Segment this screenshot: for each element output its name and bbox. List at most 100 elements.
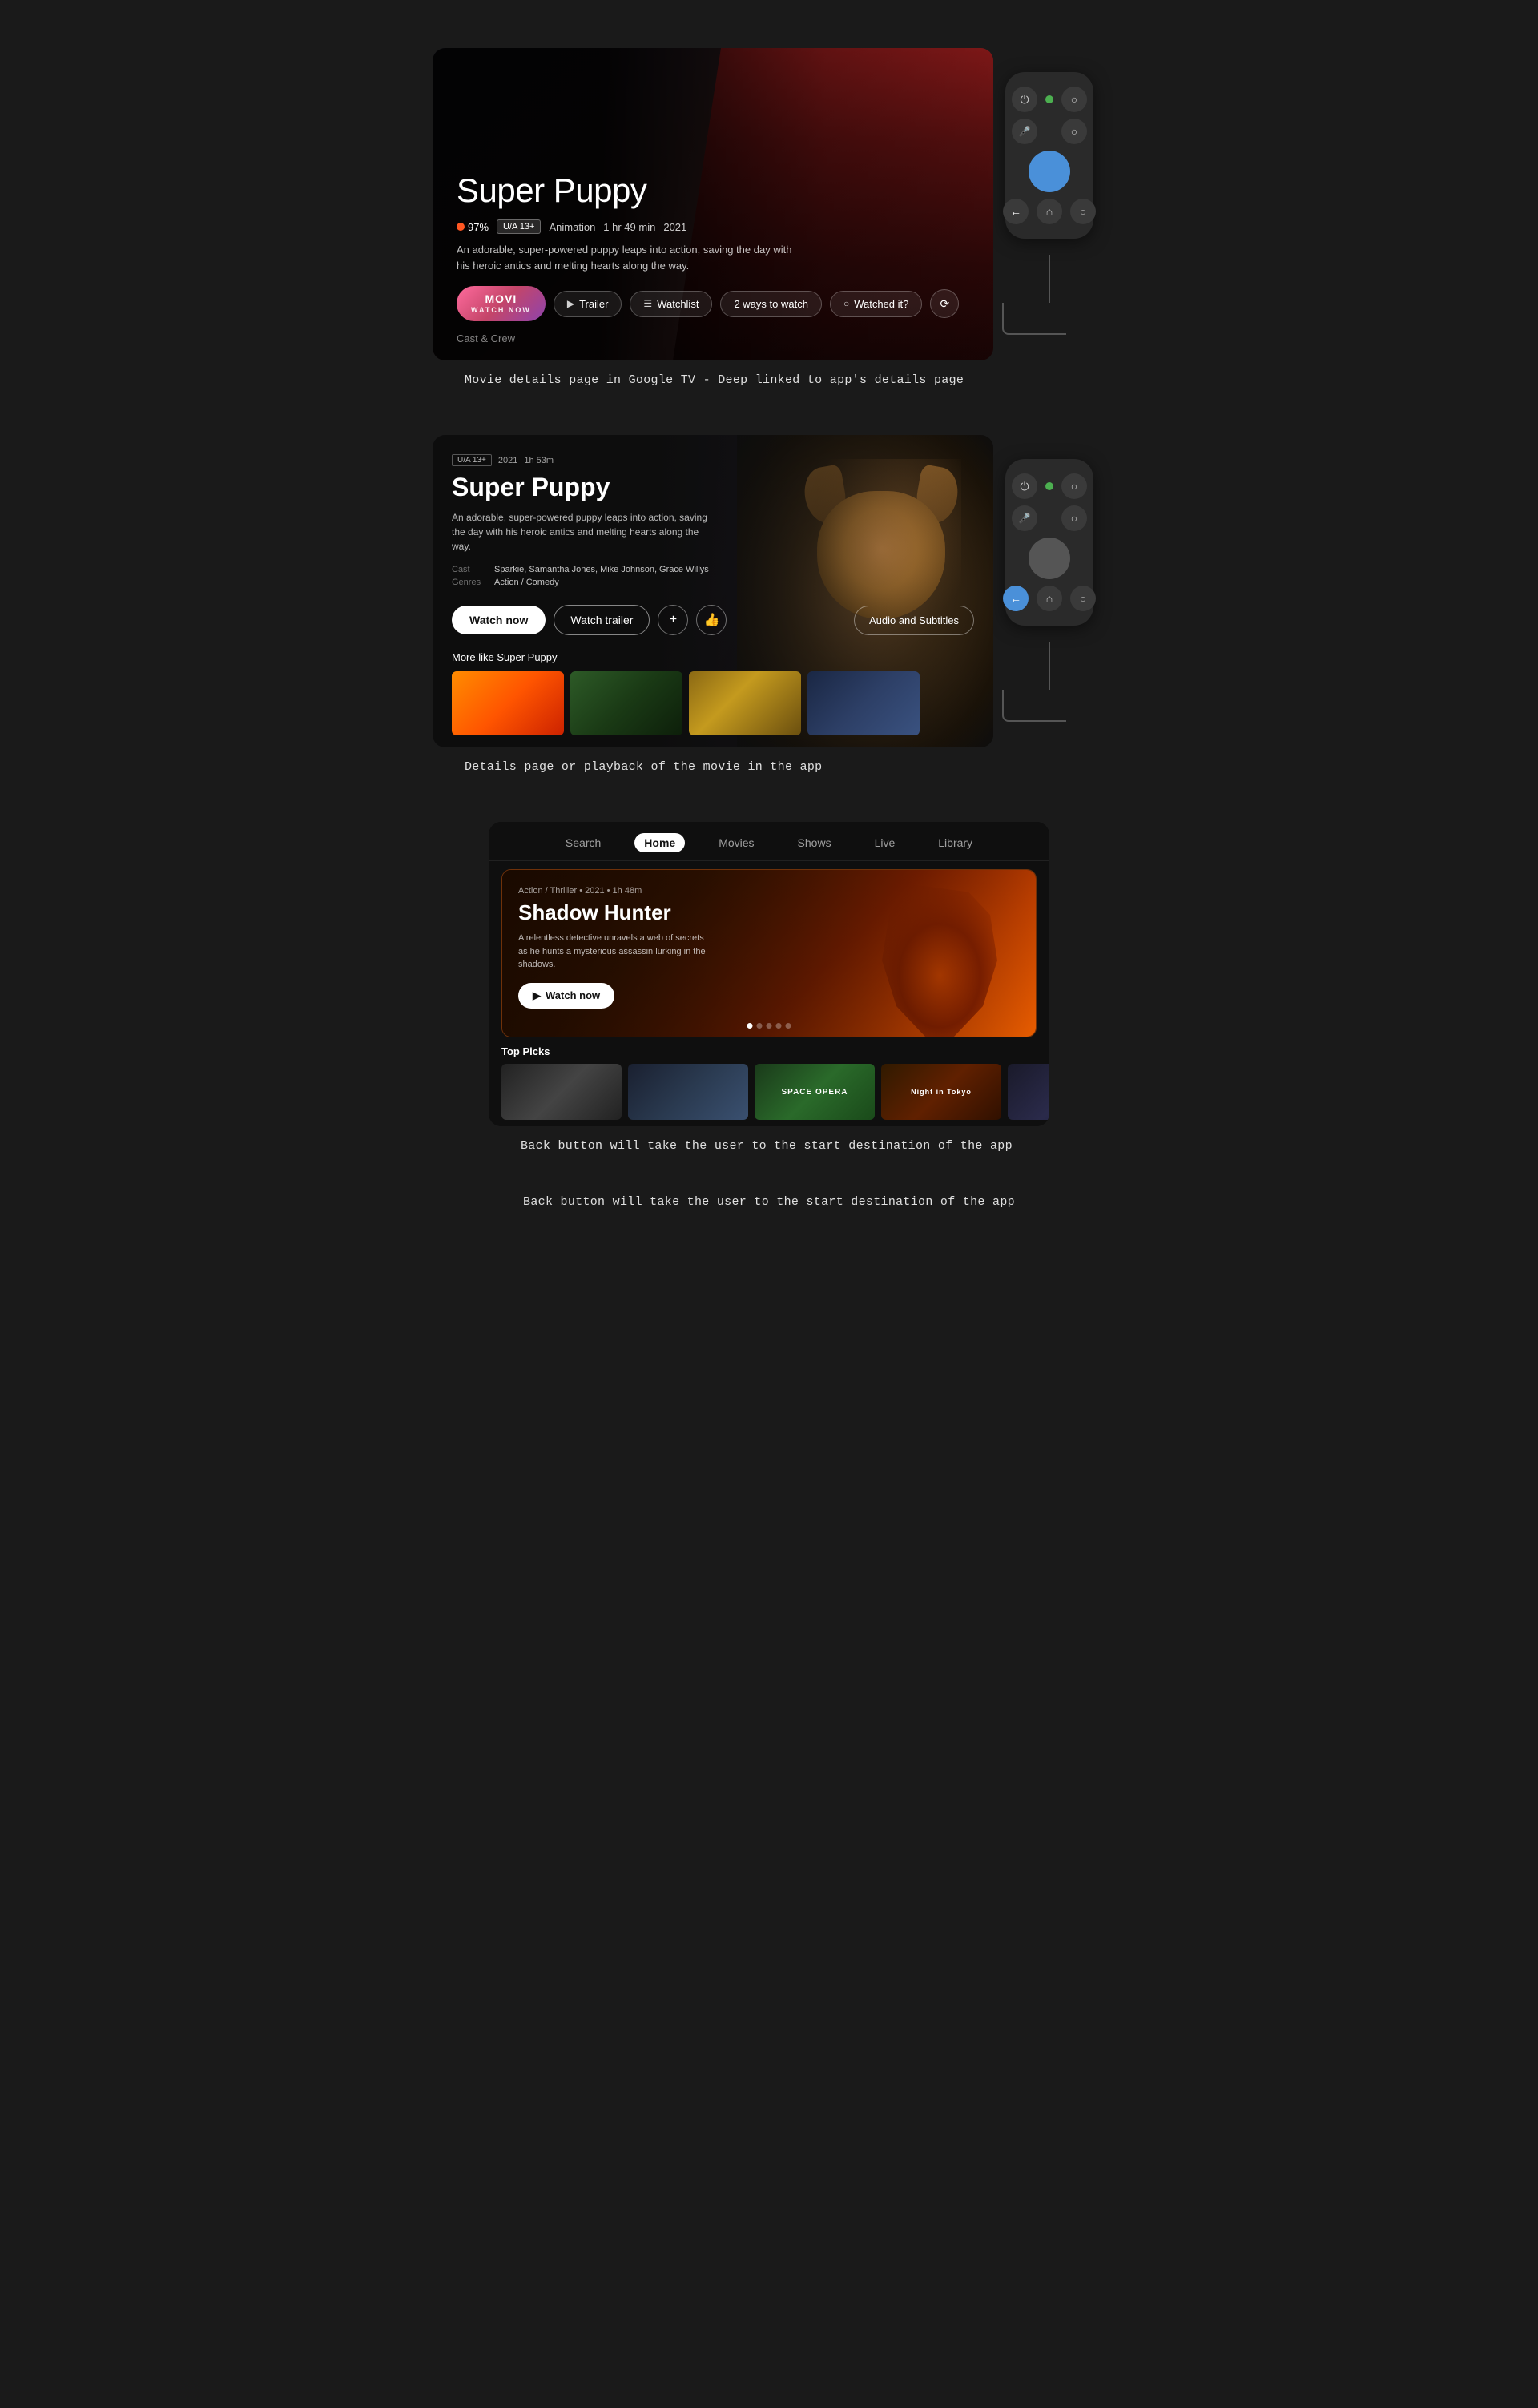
bookmark-icon: ☰ [643,298,652,309]
status-dot-1 [1045,95,1053,103]
home-button-2[interactable]: ⌂ [1037,586,1062,611]
circle-icon-3: ○ [1080,206,1086,218]
home-button-1[interactable]: ⌂ [1037,199,1062,224]
menu-button-1[interactable]: ○ [1061,87,1087,112]
description-2: An adorable, super-powered puppy leaps i… [452,510,708,554]
remote-mid-row-2: 🎤 ○ [1012,505,1087,531]
movie-title-1: Super Puppy [457,171,969,210]
top-picks: Top Picks SPACE OPERA Night in Tokyo [489,1037,1049,1120]
hero-dots [747,1023,791,1029]
pick-4-text: Night in Tokyo [908,1085,975,1099]
power-button-2[interactable]: ⏻ [1012,473,1037,499]
like-button[interactable]: 👍 [696,605,727,635]
section2-wrapper: U/A 13+ 2021 1h 53m Super Puppy An adora… [0,411,1538,790]
thumb-2 [570,671,682,735]
home-icon-2: ⌂ [1046,592,1053,605]
extra-button-2[interactable]: ○ [1070,586,1096,611]
thumbs-up-icon: 👍 [703,612,719,628]
age-badge-2: U/A 13+ [452,454,492,466]
movie-title-2: Super Puppy [452,473,974,502]
remote-mid-row-1: 🎤 ○ [1012,119,1087,144]
share-button[interactable]: ⟳ [930,289,959,318]
power-icon-1: ⏻ [1020,93,1029,107]
remote-top-row-2: ⏻ ○ [1012,473,1087,499]
remote-center-row-2 [1029,538,1070,579]
cast-crew-label: Cast & Crew [457,332,969,344]
arrow-bend-1 [1002,303,1066,335]
section1-wrapper: Super Puppy 97% U/A 13+ Animation 1 hr 4… [0,24,1538,403]
circle-icon-6: ○ [1080,593,1086,605]
nav-live[interactable]: Live [865,833,905,852]
mic-icon-2: 🎤 [1019,513,1031,524]
hero-desc: A relentless detective unravels a web of… [518,932,711,972]
hero-genre: Action / Thriller • 2021 • 1h 48m [518,886,1020,896]
dot-2 [757,1023,763,1029]
power-button-1[interactable]: ⏻ [1012,87,1037,112]
description-1: An adorable, super-powered puppy leaps i… [457,242,793,273]
center-button-2[interactable] [1029,538,1070,579]
duration-1: 1 hr 49 min [603,221,655,233]
watch-now-button[interactable]: Watch now [452,606,546,634]
rating-dot-1 [457,223,465,231]
watch-trailer-button[interactable]: Watch trailer [554,605,650,635]
nav-movies[interactable]: Movies [709,833,763,852]
pick-4: Night in Tokyo [881,1064,1001,1120]
center-button-1[interactable] [1029,151,1070,192]
bottom-text: Back button will take the user to the st… [523,1193,1015,1212]
audio-subtitles-button[interactable]: Audio and Subtitles [854,606,974,635]
back-icon-2: ← [1010,592,1021,605]
remote-center-row-1 [1029,151,1070,192]
home-icon-1: ⌂ [1046,205,1053,218]
back-button-1[interactable]: ← [1003,199,1029,224]
caption-3: Back button will take the user to the st… [489,1126,1049,1169]
more-like-section: More like Super Puppy [452,651,974,735]
arrow-connector-1 [1033,255,1066,335]
more-like-title: More like Super Puppy [452,651,974,663]
watched-button[interactable]: ○ Watched it? [830,291,922,317]
nav-search[interactable]: Search [556,833,610,852]
ways-to-watch-button[interactable]: 2 ways to watch [720,291,822,317]
main-container: Super Puppy 97% U/A 13+ Animation 1 hr 4… [0,24,1538,1236]
movi-button[interactable]: MOVI WATCH NOW [457,286,546,321]
nav-home[interactable]: Home [634,833,685,852]
ch-button-2[interactable]: ○ [1061,505,1087,531]
remote-2: ⏻ ○ 🎤 ○ [1005,459,1093,626]
extra-button-1[interactable]: ○ [1070,199,1096,224]
pick-5 [1008,1064,1049,1120]
back-button-2[interactable]: ← [1003,586,1029,611]
pick-3: SPACE OPERA [755,1064,875,1120]
add-button[interactable]: + [658,605,688,635]
section3-block: Search Home Movies Shows Live Library Ac… [489,798,1049,1169]
screen2-content: U/A 13+ 2021 1h 53m Super Puppy An adora… [433,435,993,747]
watch-hero-button[interactable]: ▶ Watch now [518,983,614,1009]
remote-column-1: ⏻ ○ 🎤 ○ [993,24,1105,335]
caption-2: Details page or playback of the movie in… [433,747,993,790]
arrow-line-2 [1049,642,1050,690]
remote-top-row-1: ⏻ ○ [1012,87,1087,112]
bottom-text-full: Back button will take the user to the st… [523,1195,1015,1209]
ch-button-1[interactable]: ○ [1061,119,1087,144]
top-picks-title: Top Picks [501,1045,1037,1057]
mic-icon-1: 🎤 [1019,126,1031,137]
hero-banner: Action / Thriller • 2021 • 1h 48m Shadow… [501,869,1037,1037]
remote-1: ⏻ ○ 🎤 ○ [1005,72,1093,239]
nav-shows[interactable]: Shows [788,833,841,852]
circle-icon-2: ○ [1071,125,1077,138]
play-icon-hero: ▶ [533,989,541,1002]
trailer-button-1[interactable]: ▶ Trailer [554,291,622,317]
thumb-3 [689,671,801,735]
power-icon-2: ⏻ [1020,480,1029,493]
watchlist-button[interactable]: ☰ Watchlist [630,291,712,317]
vol-button-1[interactable]: 🎤 [1012,119,1037,144]
picks-row: SPACE OPERA Night in Tokyo [501,1064,1037,1120]
screen2-card: U/A 13+ 2021 1h 53m Super Puppy An adora… [433,435,993,747]
genres-label: Genres [452,578,488,587]
nav-library[interactable]: Library [928,833,982,852]
menu-button-2[interactable]: ○ [1061,473,1087,499]
vol-button-2[interactable]: 🎤 [1012,505,1037,531]
bottom-section: Back button will take the user to the st… [0,1177,1538,1236]
play-icon-1: ▶ [567,298,574,309]
action-row-2: Watch now Watch trailer + 👍 Audio and Su… [452,605,974,635]
thumb-1 [452,671,564,735]
pick-3-text: SPACE OPERA [778,1085,851,1100]
